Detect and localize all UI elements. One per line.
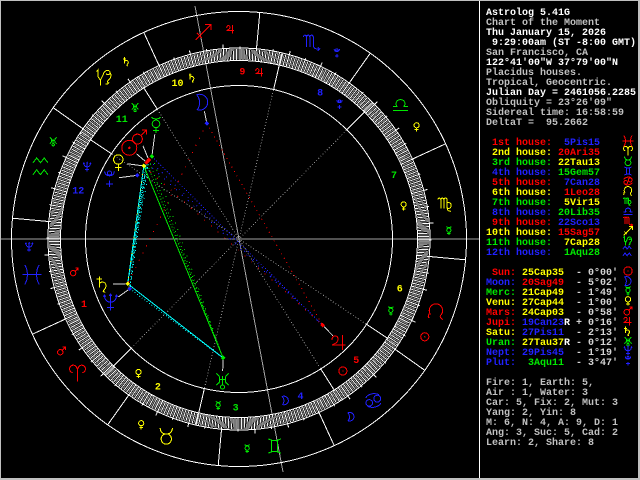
svg-text:Learn: 2, Share: 8: Learn: 2, Share: 8 [486,437,594,449]
svg-text:5: 5 [353,356,359,367]
svg-text:10: 10 [171,79,183,90]
svg-text:Plut:: Plut: [486,357,516,369]
svg-text:- 3°47': - 3°47' [576,357,618,369]
svg-text:7: 7 [391,171,397,182]
svg-text:3Aqu11: 3Aqu11 [522,358,564,369]
svg-text:1: 1 [81,300,87,311]
svg-text:4: 4 [297,392,303,403]
svg-text:3: 3 [233,404,239,415]
svg-text:9: 9 [239,68,245,79]
svg-text:R: R [564,318,570,329]
svg-text:12: 12 [72,187,84,198]
svg-text:2: 2 [155,383,161,394]
svg-text:12th house:: 12th house: [486,247,552,259]
svg-text:DeltaT = 95.2662: DeltaT = 95.2662 [486,117,588,129]
svg-text:R: R [564,338,570,349]
svg-text:1Aqu28: 1Aqu28 [558,248,600,259]
svg-text:8: 8 [317,88,323,99]
svg-text:11: 11 [116,115,128,126]
svg-text:6: 6 [397,284,403,295]
